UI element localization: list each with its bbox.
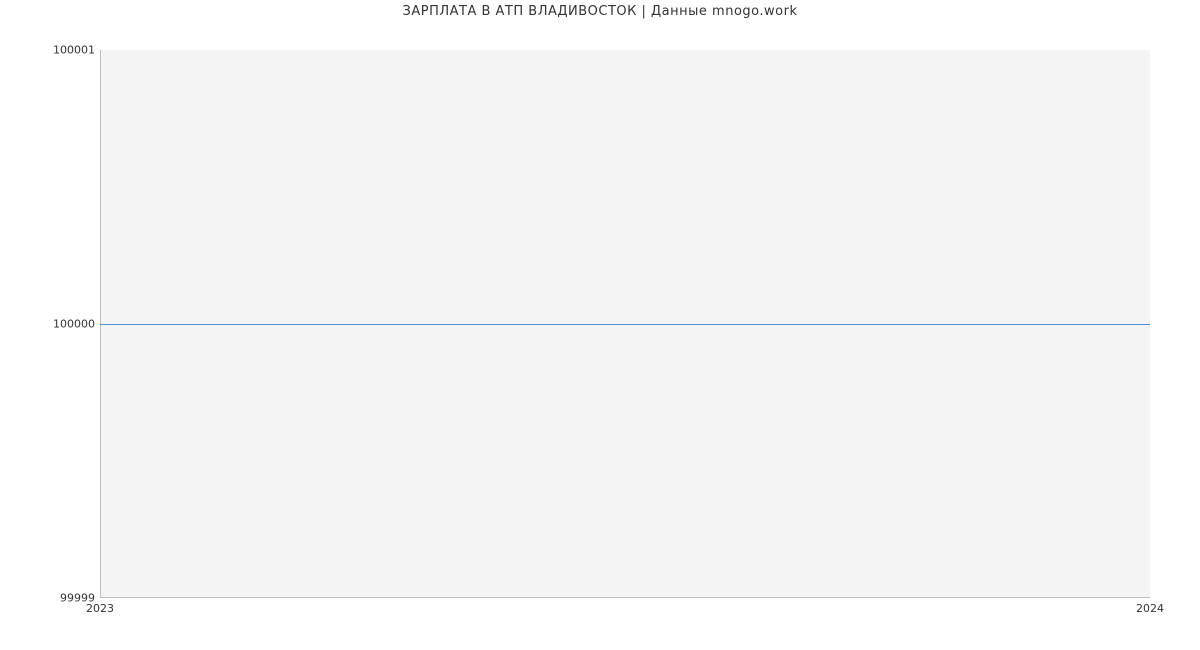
chart-title: ЗАРПЛАТА В АТП ВЛАДИВОСТОК | Данные mnog…	[0, 4, 1200, 19]
data-line	[100, 324, 1150, 325]
y-tick-label: 100000	[53, 318, 95, 331]
salary-chart: ЗАРПЛАТА В АТП ВЛАДИВОСТОК | Данные mnog…	[0, 0, 1200, 650]
x-tick-label: 2024	[1136, 602, 1164, 615]
x-tick-label: 2023	[86, 602, 114, 615]
y-tick-label: 100001	[53, 44, 95, 57]
